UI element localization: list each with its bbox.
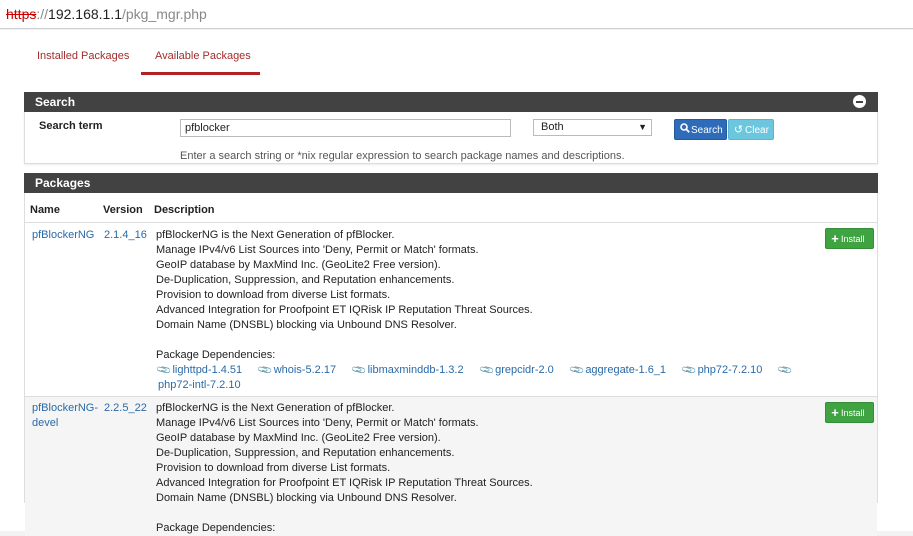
package-description: pfBlockerNG is the Next Generation of pf… (156, 228, 816, 393)
paperclip-icon: 📎 (478, 362, 496, 379)
install-button-label: Install (841, 234, 865, 244)
dependency-list: 📎lighttpd-1.4.51 📎whois-5.2.17 📎libmaxmi… (156, 362, 816, 393)
description-line: Manage IPv4/v6 List Sources into 'Deny, … (156, 417, 479, 429)
dependency-name: libmaxminddb-1.3.2 (367, 364, 464, 376)
dependency-name: aggregate-1.6_1 (585, 364, 667, 376)
description-line: pfBlockerNG is the Next Generation of pf… (156, 229, 395, 241)
install-button[interactable]: + Install (825, 402, 874, 423)
install-button[interactable]: + Install (825, 228, 874, 249)
dependency-name: php72-7.2.10 (697, 364, 763, 376)
table-row: pfBlockerNG-devel 2.2.5_22 pfBlockerNG i… (25, 396, 877, 536)
search-input[interactable] (180, 119, 511, 137)
description-line: Advanced Integration for Proofpoint ET I… (156, 477, 533, 489)
dependency-name: lighttpd-1.4.51 (172, 364, 243, 376)
dependency-link[interactable]: 📎php72-7.2.10 (681, 362, 763, 378)
install-button-label: Install (841, 408, 865, 418)
description-line: De-Duplication, Suppression, and Reputat… (156, 274, 455, 286)
dependency-name: grepcidr-2.0 (495, 364, 554, 376)
chevron-down-icon: ▼ (638, 122, 647, 132)
tab-bar: Installed Packages Available Packages (24, 30, 884, 76)
url-path: /pkg_mgr.php (122, 6, 207, 22)
package-version: 2.1.4_16 (104, 229, 147, 241)
description-line: GeoIP database by MaxMind Inc. (GeoLite2… (156, 432, 441, 444)
paperclip-icon: 📎 (257, 362, 274, 379)
package-version: 2.2.5_22 (104, 402, 147, 414)
dependency-link[interactable]: 📎grepcidr-2.0 (479, 362, 554, 378)
description-line: Domain Name (DNSBL) blocking via Unbound… (156, 319, 457, 331)
package-description: pfBlockerNG is the Next Generation of pf… (156, 401, 816, 536)
undo-icon: ↺ (733, 124, 744, 136)
dependencies-label: Package Dependencies: (156, 522, 276, 534)
package-name-link[interactable]: pfBlockerNG-devel (32, 401, 100, 431)
description-line: Domain Name (DNSBL) blocking via Unbound… (156, 492, 457, 504)
search-icon (678, 120, 691, 141)
column-header-version: Version (103, 204, 143, 216)
packages-panel-title: Packages (35, 176, 91, 190)
url-host: 192.168.1.1 (48, 6, 122, 22)
description-line: De-Duplication, Suppression, and Reputat… (156, 447, 455, 459)
clear-button[interactable]: ↺ Clear (728, 119, 774, 140)
packages-table: Name Version Description pfBlockerNG 2.1… (24, 193, 878, 536)
active-tab-indicator (141, 72, 260, 75)
description-line: Advanced Integration for Proofpoint ET I… (156, 304, 533, 316)
search-panel-title: Search (35, 95, 76, 109)
search-panel-header: Search (24, 92, 878, 112)
url-separator: :// (36, 6, 49, 22)
dependency-name: whois-5.2.17 (273, 364, 337, 376)
description-line: Provision to download from diverse List … (156, 462, 391, 474)
paperclip-icon: 📎 (155, 362, 173, 379)
column-header-description: Description (154, 204, 215, 216)
description-line: Provision to download from diverse List … (156, 289, 391, 301)
search-scope-select[interactable]: Both ▼ (533, 119, 652, 136)
column-header-name: Name (30, 204, 60, 216)
paperclip-icon: 📎 (351, 362, 368, 379)
search-help-text: Enter a search string or *nix regular ex… (180, 150, 625, 162)
description-line: Manage IPv4/v6 List Sources into 'Deny, … (156, 244, 479, 256)
package-name-link[interactable]: pfBlockerNG (32, 228, 100, 243)
dependency-link[interactable]: 📎lighttpd-1.4.51 (156, 362, 243, 378)
url-scheme: https (6, 6, 37, 22)
tab-available-packages[interactable]: Available Packages (155, 50, 251, 62)
paperclip-icon: 📎 (681, 362, 698, 379)
search-scope-value: Both (541, 121, 564, 133)
plus-icon: + (831, 231, 839, 246)
dependency-name: php72-intl-7.2.10 (158, 379, 241, 391)
search-panel-body: Search term Both ▼ Search ↺Clear Enter a… (24, 112, 878, 164)
packages-panel-header: Packages (24, 173, 878, 193)
paperclip-icon: 📎 (777, 362, 794, 379)
plus-icon: + (831, 405, 839, 420)
dependency-link[interactable]: 📎libmaxminddb-1.3.2 (351, 362, 464, 378)
tab-installed-packages[interactable]: Installed Packages (37, 50, 129, 62)
search-button-label: Search (691, 125, 723, 136)
search-term-label: Search term (39, 120, 103, 132)
dependency-link[interactable]: 📎aggregate-1.6_1 (569, 362, 667, 378)
description-line: GeoIP database by MaxMind Inc. (GeoLite2… (156, 259, 441, 271)
collapse-icon[interactable] (853, 95, 866, 108)
clear-button-label: Clear (745, 125, 769, 136)
search-button[interactable]: Search (674, 119, 727, 140)
description-line: pfBlockerNG is the Next Generation of pf… (156, 402, 395, 414)
address-bar[interactable]: https://192.168.1.1/pkg_mgr.php (0, 0, 913, 29)
paperclip-icon: 📎 (568, 362, 586, 379)
table-row: pfBlockerNG 2.1.4_16 pfBlockerNG is the … (25, 223, 877, 396)
dependency-link[interactable]: 📎whois-5.2.17 (257, 362, 337, 378)
